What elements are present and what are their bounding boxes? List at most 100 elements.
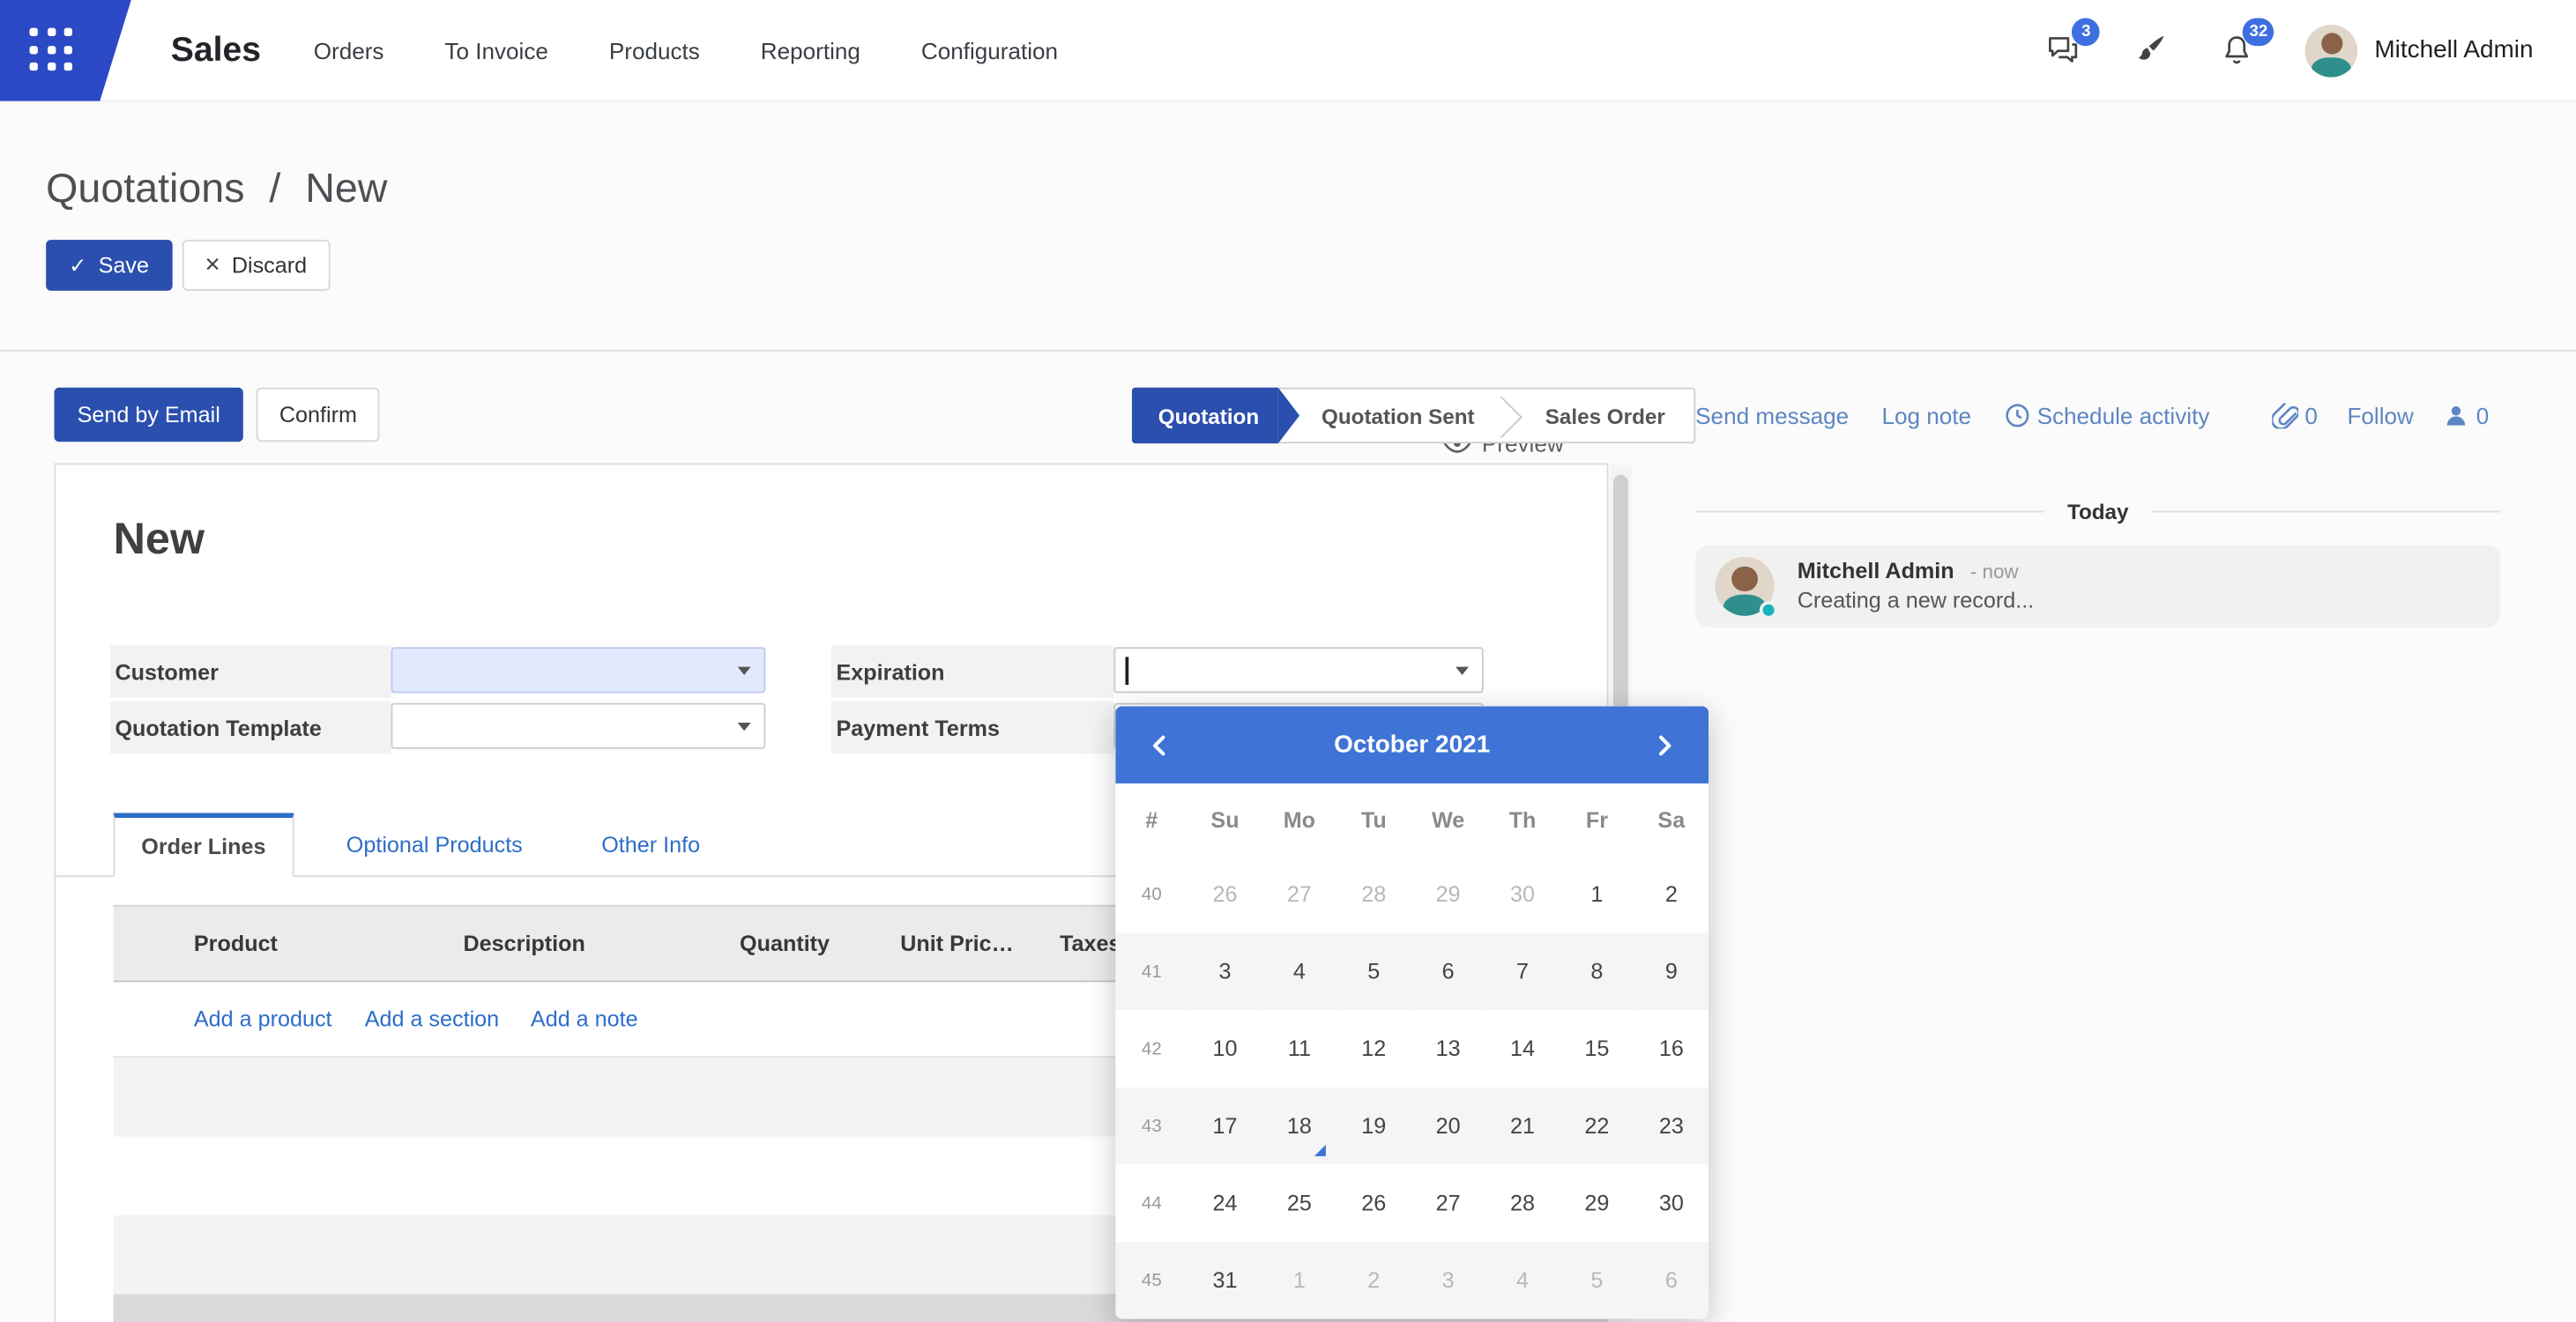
breadcrumb-parent[interactable]: Quotations	[46, 166, 244, 212]
calendar-day[interactable]: 4	[1262, 932, 1336, 1010]
expiration-input[interactable]	[1113, 647, 1483, 693]
calendar-day[interactable]: 28	[1485, 1164, 1560, 1242]
quotation-template-input[interactable]	[391, 703, 766, 749]
calendar-day[interactable]: 2	[1336, 1242, 1411, 1319]
attachments-button[interactable]: 0	[2272, 403, 2318, 429]
control-panel-buttons: ✓ Save × Discard	[46, 240, 330, 291]
activities-button[interactable]: 32	[2218, 31, 2256, 69]
calendar-day[interactable]: 30	[1634, 1164, 1709, 1242]
add-a-section-link[interactable]: Add a section	[365, 1006, 499, 1031]
calendar-day[interactable]: 9	[1634, 932, 1709, 1010]
calendar-day[interactable]: 5	[1560, 1242, 1634, 1319]
day-divider-label: Today	[2067, 500, 2129, 524]
calendar-week-row: 413456789	[1115, 932, 1709, 1010]
status-step-quotation[interactable]: Quotation	[1132, 388, 1279, 443]
calendar-day[interactable]: 15	[1560, 1010, 1634, 1088]
calendar-day[interactable]: 11	[1262, 1010, 1336, 1088]
calendar-day[interactable]: 18	[1262, 1088, 1336, 1165]
calendar-day[interactable]: 7	[1485, 932, 1560, 1010]
column-unit-price[interactable]: Unit Pric…	[900, 932, 1014, 956]
send-message-button[interactable]: Send message	[1695, 403, 1849, 429]
app-name[interactable]: Sales	[171, 30, 261, 70]
column-description[interactable]: Description	[464, 932, 585, 956]
calendar-day[interactable]: 27	[1411, 1164, 1485, 1242]
add-a-note-link[interactable]: Add a note	[531, 1006, 638, 1031]
menu-products[interactable]: Products	[609, 37, 700, 63]
follower-count: 0	[2476, 403, 2490, 429]
calendar-day[interactable]: 26	[1187, 856, 1262, 933]
calendar-day[interactable]: 24	[1187, 1164, 1262, 1242]
calendar-day[interactable]: 10	[1187, 1010, 1262, 1088]
calendar-day[interactable]: 19	[1336, 1088, 1411, 1165]
calendar-day[interactable]: 25	[1262, 1164, 1336, 1242]
column-product[interactable]: Product	[194, 932, 278, 956]
day-of-week-header: Fr	[1560, 784, 1634, 856]
user-menu[interactable]: Mitchell Admin	[2305, 24, 2533, 77]
datepicker-calendar: #SuMoTuWeThFrSa 402627282930124134567894…	[1115, 784, 1709, 1319]
calendar-day[interactable]: 27	[1262, 856, 1336, 933]
calendar-day[interactable]: 31	[1187, 1242, 1262, 1319]
calendar-day[interactable]: 29	[1411, 856, 1485, 933]
calendar-day[interactable]: 26	[1336, 1164, 1411, 1242]
calendar-day[interactable]: 23	[1634, 1088, 1709, 1165]
menu-orders[interactable]: Orders	[314, 37, 384, 63]
calendar-day[interactable]: 29	[1560, 1164, 1634, 1242]
day-of-week-header: #	[1115, 784, 1187, 856]
calendar-day[interactable]: 6	[1411, 932, 1485, 1010]
previous-month-button[interactable]	[1132, 717, 1187, 772]
tab-order-lines[interactable]: Order Lines	[114, 813, 294, 877]
calendar-day[interactable]: 3	[1187, 932, 1262, 1010]
followers-button[interactable]: 0	[2443, 403, 2489, 429]
tab-optional-products[interactable]: Optional Products	[320, 813, 549, 875]
payment-terms-label: Payment Terms	[831, 702, 1114, 754]
log-note-button[interactable]: Log note	[1881, 403, 1971, 429]
follow-button[interactable]: Follow	[2347, 403, 2413, 429]
brush-button[interactable]	[2132, 31, 2170, 69]
tab-other-info[interactable]: Other Info	[575, 813, 726, 875]
calendar-day[interactable]: 21	[1485, 1088, 1560, 1165]
send-by-email-button[interactable]: Send by Email	[54, 388, 242, 442]
calendar-day[interactable]: 1	[1262, 1242, 1336, 1319]
apps-menu-button[interactable]	[0, 0, 131, 101]
calendar-day[interactable]: 4	[1485, 1242, 1560, 1319]
main-menu: Orders To Invoice Products Reporting Con…	[314, 37, 1058, 63]
add-a-product-link[interactable]: Add a product	[194, 1006, 332, 1031]
datepicker-month-title[interactable]: October 2021	[1187, 731, 1636, 759]
attachment-count: 0	[2304, 403, 2318, 429]
status-step-sales-order[interactable]: Sales Order	[1502, 390, 1693, 442]
scrollbar-thumb[interactable]	[1613, 475, 1628, 738]
menu-reporting[interactable]: Reporting	[761, 37, 860, 63]
calendar-day[interactable]: 1	[1560, 856, 1634, 933]
day-of-week-header: We	[1411, 784, 1485, 856]
calendar-day[interactable]: 28	[1336, 856, 1411, 933]
calendar-day[interactable]: 20	[1411, 1088, 1485, 1165]
calendar-day[interactable]: 12	[1336, 1010, 1411, 1088]
schedule-activity-button[interactable]: Schedule activity	[2004, 403, 2209, 429]
calendar-day[interactable]: 14	[1485, 1010, 1560, 1088]
caret-down-icon	[738, 667, 751, 675]
calendar-day[interactable]: 6	[1634, 1242, 1709, 1319]
next-month-button[interactable]	[1636, 717, 1692, 772]
column-taxes[interactable]: Taxes	[1060, 932, 1120, 956]
calendar-day[interactable]: 13	[1411, 1010, 1485, 1088]
message-author[interactable]: Mitchell Admin	[1798, 559, 1954, 583]
calendar-day[interactable]: 5	[1336, 932, 1411, 1010]
field-row: Customer	[110, 645, 766, 698]
calendar-day[interactable]: 22	[1560, 1088, 1634, 1165]
calendar-day[interactable]: 16	[1634, 1010, 1709, 1088]
calendar-day[interactable]: 30	[1485, 856, 1560, 933]
status-step-quotation-sent[interactable]: Quotation Sent	[1279, 390, 1503, 442]
calendar-day[interactable]: 17	[1187, 1088, 1262, 1165]
customer-input[interactable]	[391, 647, 766, 693]
save-button[interactable]: ✓ Save	[46, 240, 172, 291]
messages-button[interactable]: 3	[2044, 31, 2082, 69]
column-quantity[interactable]: Quantity	[693, 932, 830, 956]
discard-button[interactable]: × Discard	[182, 240, 330, 291]
datepicker-header: October 2021	[1115, 706, 1709, 784]
menu-configuration[interactable]: Configuration	[921, 37, 1058, 63]
calendar-day[interactable]: 3	[1411, 1242, 1485, 1319]
menu-to-invoice[interactable]: To Invoice	[444, 37, 547, 63]
calendar-day[interactable]: 8	[1560, 932, 1634, 1010]
confirm-button[interactable]: Confirm	[257, 388, 380, 442]
calendar-day[interactable]: 2	[1634, 856, 1709, 933]
